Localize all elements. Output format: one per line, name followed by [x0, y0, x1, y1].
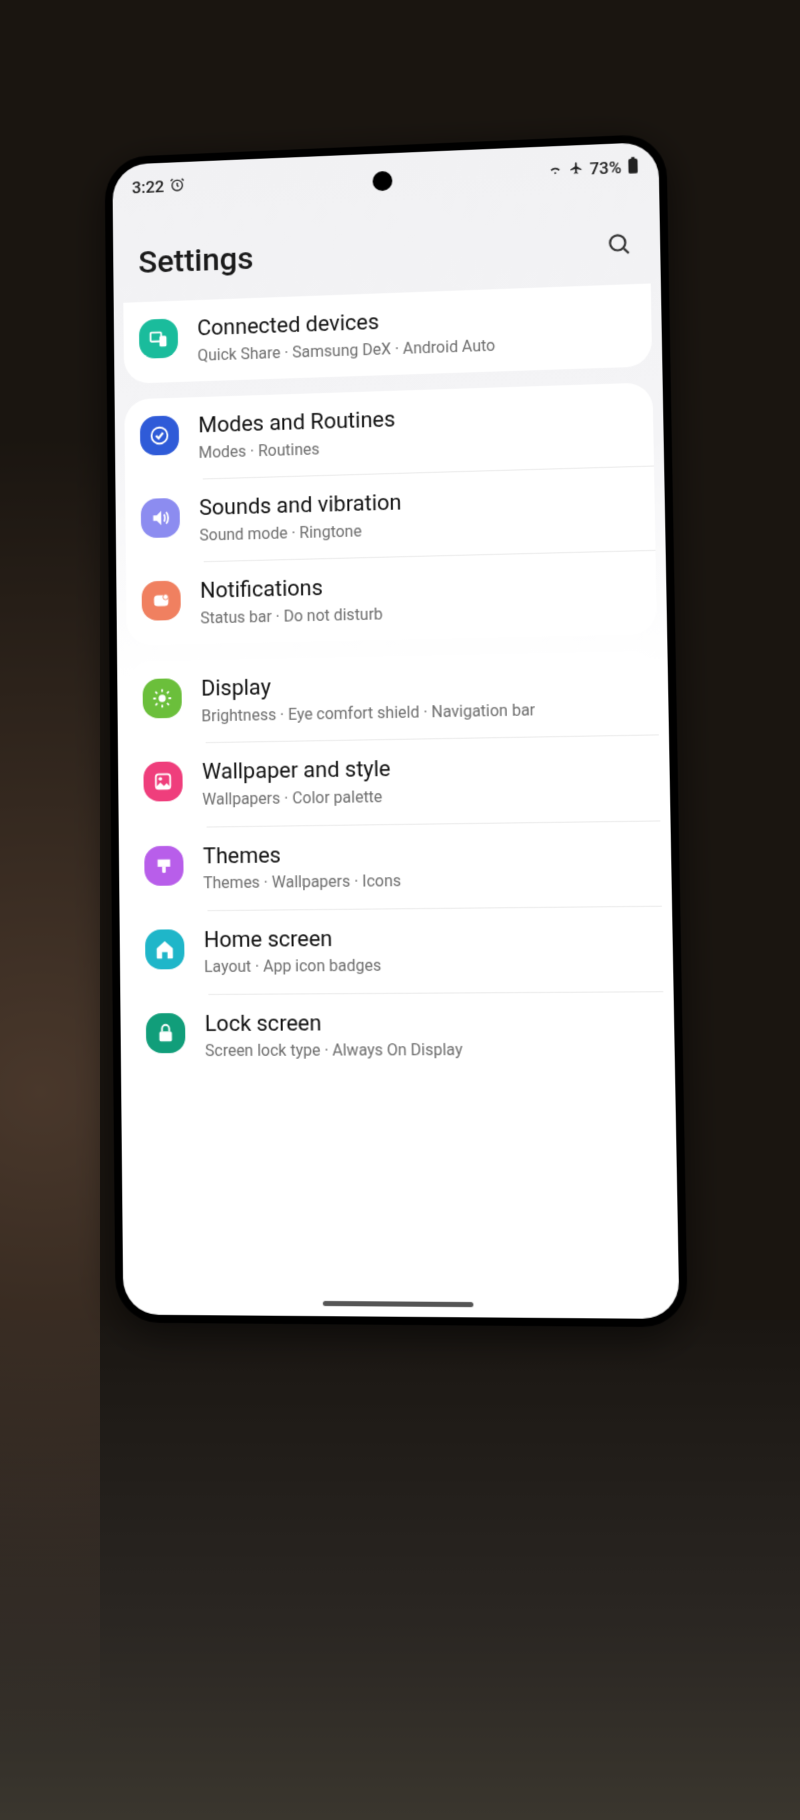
search-icon — [605, 230, 632, 257]
settings-item-modes[interactable]: Modes and RoutinesModes · Routines — [124, 382, 654, 480]
settings-item-notifications[interactable]: NotificationsStatus bar · Do not disturb — [126, 551, 657, 646]
settings-group: DisplayBrightness · Eye comfort shield ·… — [127, 651, 665, 1078]
settings-item-lock[interactable]: Lock screenScreen lock type · Always On … — [130, 992, 665, 1078]
volume-icon — [141, 498, 180, 538]
settings-list[interactable]: Connected devicesQuick Share · Samsung D… — [114, 283, 676, 1134]
devices-icon — [139, 318, 178, 358]
ambient-thumb — [0, 0, 100, 1820]
home-icon — [145, 929, 185, 969]
ambient-background — [0, 1320, 800, 1820]
bell-icon — [142, 581, 181, 621]
status-time: 3:22 — [132, 177, 165, 198]
airplane-icon — [569, 160, 583, 180]
phone-screen: 3:22 73% Settings — [112, 142, 679, 1319]
item-title: Home screen — [204, 923, 647, 954]
gesture-bar[interactable] — [323, 1301, 474, 1307]
settings-group: Modes and RoutinesModes · RoutinesSounds… — [124, 382, 657, 646]
check-icon — [140, 415, 179, 455]
item-title: Lock screen — [205, 1008, 648, 1038]
phone-frame: 3:22 73% Settings — [105, 133, 688, 1327]
wifi-icon — [547, 160, 563, 181]
item-subtitle: Themes · Wallpapers · Icons — [203, 867, 645, 894]
item-subtitle: Wallpapers · Color palette — [202, 782, 643, 810]
item-title: Themes — [203, 837, 645, 870]
settings-item-sounds[interactable]: Sounds and vibrationSound mode · Rington… — [125, 467, 655, 564]
sun-icon — [143, 679, 182, 719]
page-title: Settings — [138, 239, 253, 281]
lock-icon — [146, 1013, 186, 1053]
image-icon — [143, 762, 182, 802]
status-battery-text: 73% — [589, 158, 621, 179]
settings-item-home[interactable]: Home screenLayout · App icon badges — [129, 906, 663, 994]
battery-icon — [627, 157, 638, 179]
settings-item-display[interactable]: DisplayBrightness · Eye comfort shield ·… — [127, 651, 659, 744]
settings-item-wallpaper[interactable]: Wallpaper and styleWallpapers · Color pa… — [128, 736, 661, 827]
item-title: Wallpaper and style — [202, 752, 643, 787]
alarm-icon — [170, 176, 186, 197]
settings-item-themes[interactable]: ThemesThemes · Wallpapers · Icons — [128, 821, 661, 911]
item-subtitle: Screen lock type · Always On Display — [205, 1038, 648, 1061]
search-button[interactable] — [603, 228, 634, 259]
item-subtitle: Layout · App icon badges — [204, 953, 647, 978]
brush-icon — [144, 845, 183, 885]
